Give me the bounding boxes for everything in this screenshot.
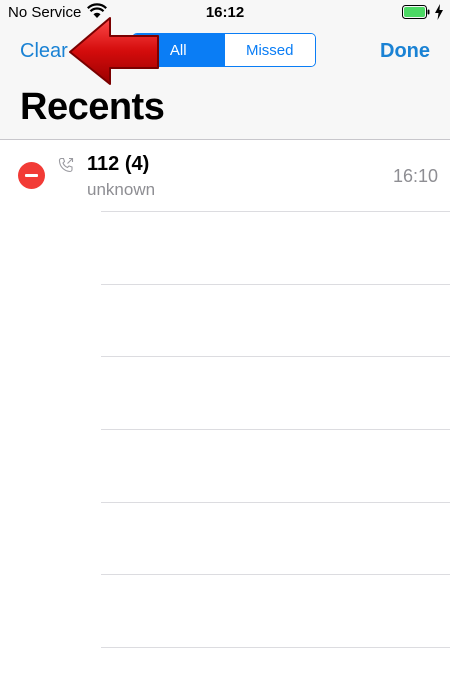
page-title: Recents (20, 86, 165, 128)
row-separator (101, 574, 450, 575)
clear-button[interactable]: Clear (20, 40, 68, 63)
row-separator (101, 429, 450, 430)
row-separator (101, 647, 450, 648)
segment-missed[interactable]: Missed (223, 34, 315, 66)
call-number: 112 (4) (87, 153, 150, 175)
call-label: unknown (87, 180, 156, 199)
annotation-arrow-icon (69, 17, 159, 85)
row-separator (101, 502, 450, 503)
outgoing-call-icon (58, 157, 74, 173)
row-separator (101, 356, 450, 357)
delete-minus-icon[interactable] (18, 162, 45, 189)
row-separator (101, 211, 450, 212)
done-button[interactable]: Done (380, 40, 430, 63)
call-time: 16:10 (392, 166, 438, 186)
row-separator (101, 284, 450, 285)
header: No Service 16:12 Clear All Missed Done R… (0, 0, 450, 140)
call-list-row[interactable]: 112 (4) unknown 16:10 (0, 140, 450, 212)
charging-bolt-icon (435, 4, 443, 20)
battery-icon (402, 5, 430, 19)
